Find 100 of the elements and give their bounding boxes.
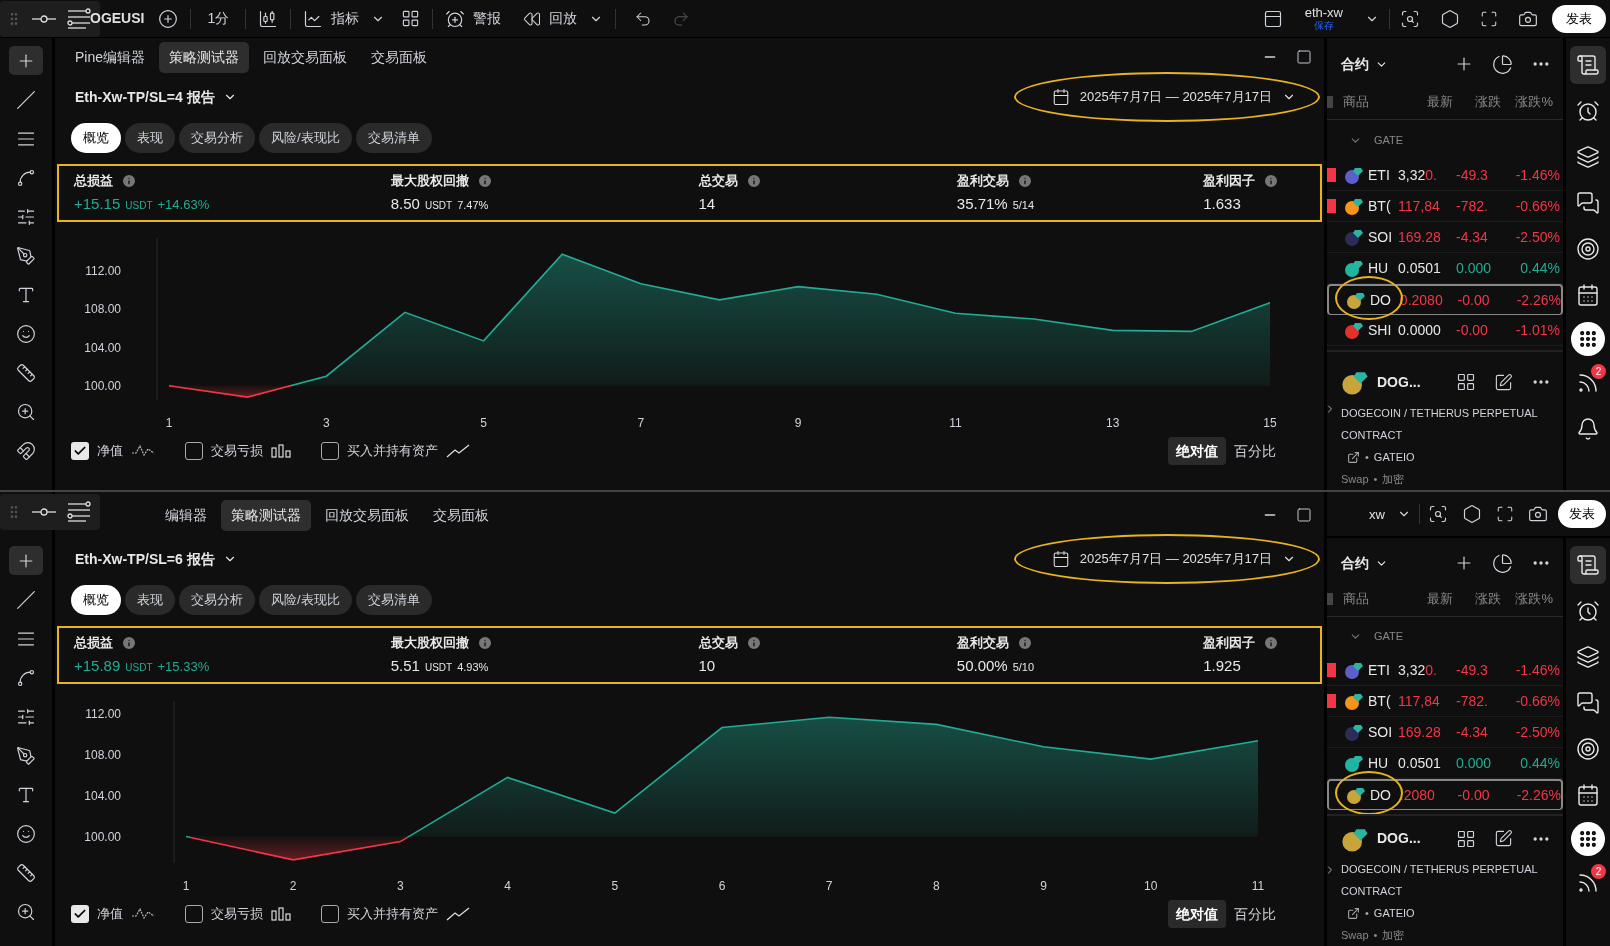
apps-icon[interactable] [1571, 322, 1605, 356]
panel-tab[interactable]: 回放交易面板 [315, 499, 419, 531]
info-icon[interactable] [1016, 172, 1033, 189]
camera-icon[interactable] [1528, 504, 1548, 524]
info-icon[interactable] [1263, 634, 1280, 651]
report-tab[interactable]: 概览 [71, 585, 121, 615]
replay-button[interactable]: 回放 [523, 8, 578, 29]
undo-icon[interactable] [634, 9, 653, 28]
checkbox[interactable] [321, 905, 339, 923]
grid-icon[interactable] [401, 9, 421, 28]
symbol-name[interactable]: OGEUSI [90, 8, 145, 29]
watchlist-selector[interactable]: 合约 [1341, 53, 1388, 75]
date-range-selector[interactable]: 2025年7月7日 — 2025年7月17日 [1041, 80, 1306, 114]
report-selector[interactable]: Eth-Xw-TP/SL=6 报告 [75, 548, 237, 570]
watchlist-row[interactable]: SOI 169.28 -4.34 -2.50% [1327, 222, 1563, 253]
info-icon[interactable] [1263, 172, 1280, 189]
report-tab[interactable]: 交易分析 [179, 585, 255, 615]
watchlist-row[interactable]: HU 0.0501 0.000 0.44% [1327, 748, 1563, 780]
report-tab[interactable]: 风险/表现比 [259, 123, 352, 153]
lines-nodes-icon[interactable] [66, 501, 92, 523]
scale-toggle[interactable]: 百分比 [1226, 900, 1284, 928]
info-icon[interactable] [476, 172, 493, 189]
scale-toggle[interactable]: 百分比 [1226, 437, 1284, 465]
report-tab[interactable]: 表现 [125, 585, 175, 615]
edit-icon[interactable] [1494, 829, 1513, 849]
flag-icon[interactable] [1327, 663, 1336, 678]
fullscreen-icon[interactable] [1496, 505, 1514, 523]
panel-tab[interactable]: 回放交易面板 [253, 41, 358, 73]
grid-icon[interactable] [1456, 372, 1476, 392]
settings-icon[interactable] [1462, 504, 1482, 524]
grid-icon[interactable] [1456, 828, 1476, 849]
panel-tab[interactable]: Pine编辑器 [65, 41, 156, 73]
signals-button[interactable]: 2 [1570, 864, 1606, 902]
watchlist-row[interactable]: SOI 169.28 -4.34 -2.50% [1327, 717, 1563, 749]
info-icon[interactable] [745, 172, 762, 189]
date-range-selector[interactable]: 2025年7月7日 — 2025年7月17日 [1041, 542, 1306, 576]
settings-icon[interactable] [1440, 8, 1460, 29]
pie-chart-icon[interactable] [1492, 53, 1513, 75]
checkbox[interactable] [71, 905, 89, 923]
column-header[interactable]: 涨跌 [1453, 589, 1501, 609]
publish-button[interactable]: 发表 [1552, 4, 1606, 33]
report-tab[interactable]: 交易清单 [355, 585, 432, 615]
watchlist-row[interactable]: HU 0.0501 0.000 0.44% [1327, 253, 1563, 284]
info-icon[interactable] [476, 634, 493, 651]
panel-tab[interactable]: 交易面板 [361, 41, 438, 73]
quick-search-icon[interactable] [1400, 8, 1420, 29]
watchlist-icon[interactable] [1570, 46, 1606, 84]
quick-search-icon[interactable] [1428, 504, 1448, 524]
info-icon[interactable] [745, 634, 762, 651]
apps-icon[interactable] [1571, 822, 1605, 856]
watchlist-row[interactable]: ETI 3,320. -49.3 -1.46% [1327, 655, 1563, 687]
scale-toggle[interactable]: 绝对值 [1168, 437, 1226, 465]
panel-tab[interactable]: 交易面板 [423, 499, 499, 531]
fullscreen-icon[interactable] [1480, 9, 1498, 28]
flag-marker[interactable] [1327, 593, 1333, 606]
alerts-button[interactable]: 警报 [445, 8, 502, 29]
report-tab[interactable]: 风险/表现比 [259, 585, 352, 615]
crosshair-icon[interactable] [9, 46, 43, 75]
report-tab[interactable]: 表现 [125, 123, 175, 153]
report-tab[interactable]: 概览 [71, 123, 121, 153]
group-label[interactable]: GATE [1374, 627, 1404, 645]
column-header[interactable]: 商品 [1343, 589, 1403, 609]
info-icon[interactable] [121, 172, 137, 189]
column-header[interactable]: 最新 [1403, 589, 1453, 609]
column-header[interactable]: 涨跌% [1501, 589, 1553, 609]
group-label[interactable]: GATE [1374, 131, 1404, 149]
crosshair-icon[interactable] [9, 546, 43, 575]
flag-icon[interactable] [1327, 694, 1336, 709]
watchlist-row[interactable]: SHI 0.0000 -0.00 -1.01% [1327, 315, 1563, 346]
watchlist-selector[interactable]: 合约 [1341, 552, 1388, 574]
interval-button[interactable]: 1分 [203, 8, 234, 29]
checkbox[interactable] [71, 442, 89, 460]
line-node-icon[interactable] [32, 507, 56, 517]
report-tab[interactable]: 交易清单 [355, 123, 432, 153]
checkbox[interactable] [321, 442, 339, 460]
maximize-icon[interactable] [1296, 49, 1312, 65]
edit-icon[interactable] [1494, 372, 1513, 392]
column-header[interactable]: 最新 [1403, 91, 1453, 112]
add-symbol-icon[interactable] [158, 8, 179, 29]
pie-chart-icon[interactable] [1492, 552, 1513, 574]
flag-marker[interactable] [1327, 95, 1333, 108]
column-header[interactable]: 涨跌% [1501, 91, 1553, 112]
layout-menu[interactable]: eth-xw 保存 [1304, 5, 1343, 32]
info-icon[interactable] [1016, 634, 1033, 651]
line-node-icon[interactable] [32, 13, 56, 24]
panel-tab[interactable]: 策略测试器 [159, 41, 250, 73]
signals-button[interactable]: 2 [1570, 364, 1606, 402]
watchlist-row[interactable]: BT( 117,84 -782. -0.66% [1327, 191, 1563, 222]
report-selector[interactable]: Eth-Xw-TP/SL=4 报告 [75, 86, 237, 108]
layout-menu[interactable]: xw [1369, 507, 1385, 521]
checkbox[interactable] [185, 905, 203, 923]
layout-icon[interactable] [1262, 8, 1283, 29]
candlestick-icon[interactable] [258, 8, 279, 29]
scale-toggle[interactable]: 绝对值 [1168, 900, 1226, 928]
external-link-icon[interactable] [1347, 450, 1360, 464]
column-header[interactable]: 商品 [1343, 91, 1403, 112]
watchlist-row[interactable]: BT( 117,84 -782. -0.66% [1327, 686, 1563, 718]
lines-nodes-icon[interactable] [66, 7, 92, 30]
column-header[interactable]: 涨跌 [1453, 91, 1501, 112]
watchlist-icon[interactable] [1570, 546, 1606, 584]
